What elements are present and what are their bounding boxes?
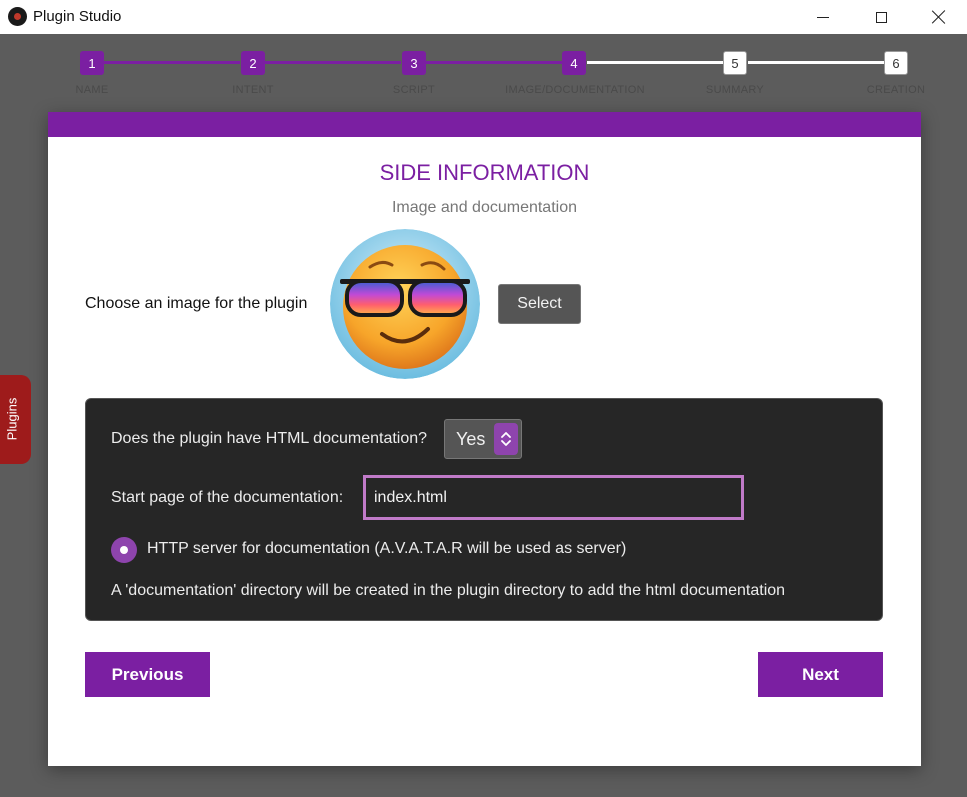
plugins-side-tab-label: Plugins (4, 397, 20, 441)
minimize-icon (817, 16, 829, 18)
step-2-label: INTENT (232, 84, 274, 96)
side-information-card: SIDE INFORMATION Image and documentation… (48, 112, 921, 766)
minimize-button[interactable] (794, 0, 852, 34)
image-label: Choose an image for the plugin (85, 295, 308, 312)
close-icon (932, 10, 946, 24)
step-1-marker[interactable]: 1 (80, 51, 104, 75)
step-1-label: NAME (75, 84, 109, 96)
start-page-input[interactable] (363, 475, 744, 520)
previous-button[interactable]: Previous (85, 652, 210, 697)
radio-checked-indicator (120, 546, 128, 554)
step-5-label: SUMMARY (705, 84, 765, 96)
select-image-button[interactable]: Select (498, 284, 581, 324)
step-5-marker[interactable]: 5 (723, 51, 747, 75)
plugins-side-tab[interactable]: Plugins (0, 375, 31, 464)
select-arrows-icon (494, 423, 518, 455)
step-4-label: IMAGE/DOCUMENTATION (505, 84, 645, 96)
maximize-button[interactable] (852, 0, 910, 34)
html-doc-select-value: Yes (456, 429, 486, 449)
step-connector (426, 61, 562, 64)
page-subtitle: Image and documentation (391, 199, 577, 216)
html-doc-select[interactable]: Yes (444, 419, 522, 459)
step-3-marker[interactable]: 3 (402, 51, 426, 75)
window-title: Plugin Studio (33, 8, 122, 25)
page-title: SIDE INFORMATION (379, 160, 590, 185)
next-button[interactable]: Next (758, 652, 883, 697)
plugin-image (330, 229, 480, 379)
step-connector (587, 61, 723, 64)
step-6-label: CREATION (866, 84, 926, 96)
card-header-bar (48, 112, 921, 137)
title-bar: Plugin Studio (0, 0, 967, 34)
step-4-marker[interactable]: 4 (562, 51, 586, 75)
step-3-label: SCRIPT (392, 84, 436, 96)
step-6-marker[interactable]: 6 (884, 51, 908, 75)
step-connector (748, 61, 884, 64)
http-server-label[interactable]: HTTP server for documentation (A.V.A.T.A… (147, 540, 626, 558)
start-page-label: Start page of the documentation: (111, 489, 344, 506)
step-2-marker[interactable]: 2 (241, 51, 265, 75)
http-server-radio[interactable] (111, 537, 137, 563)
app-logo-icon (8, 7, 27, 26)
html-doc-question: Does the plugin have HTML documentation? (111, 430, 428, 447)
step-connector (104, 61, 240, 64)
maximize-icon (875, 11, 887, 23)
wizard-stepper: 1 2 3 4 5 6 NAME INTENT SCRIPT IMAGE/DOC… (0, 34, 967, 108)
sunglasses-emoji-icon (330, 229, 480, 379)
documentation-panel: Does the plugin have HTML documentation?… (85, 398, 883, 621)
documentation-info-text: A 'documentation' directory will be crea… (111, 582, 786, 599)
step-connector (265, 61, 401, 64)
close-button[interactable] (910, 0, 967, 34)
